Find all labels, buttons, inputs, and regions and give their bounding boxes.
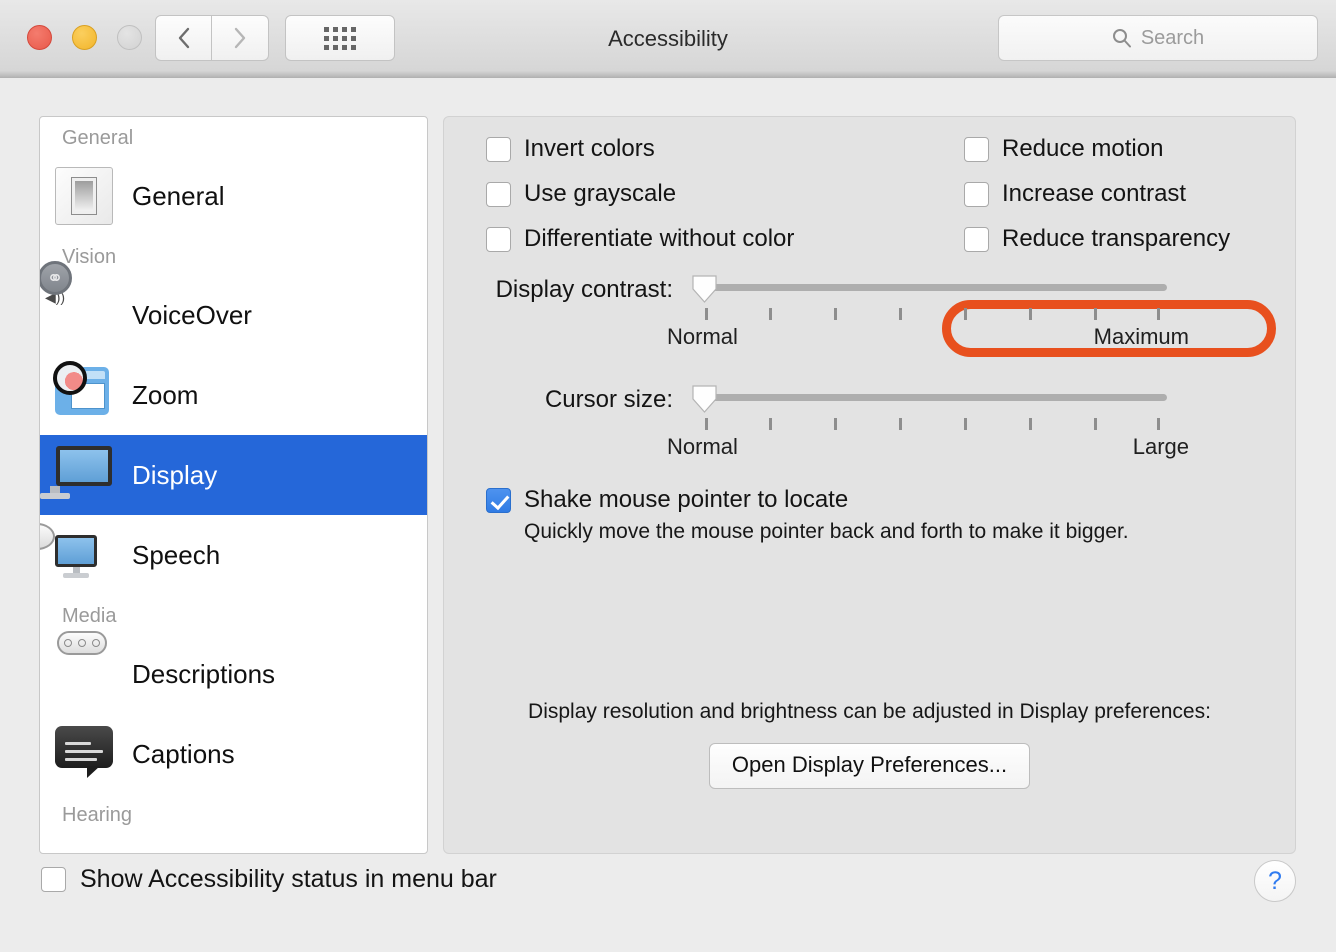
sidebar-item-zoom[interactable]: Zoom (40, 355, 427, 435)
slider-max-label: Large (1132, 434, 1189, 459)
speech-bubble-icon (40, 523, 116, 587)
shake-description: Quickly move the mouse pointer back and … (524, 520, 1129, 543)
help-button[interactable]: ? (1254, 860, 1296, 902)
system-preferences-window: Accessibility Search General General Vis… (0, 0, 1336, 952)
slider-track[interactable] (706, 284, 1167, 291)
slider-label: Cursor size: (544, 386, 673, 413)
slider-max-label: Maximum (1093, 324, 1189, 349)
slider-label: Display contrast: (495, 276, 673, 303)
slider-thumb[interactable] (689, 273, 720, 304)
footer-text: Display resolution and brightness can be… (528, 700, 1211, 723)
checkbox-show-accessibility-status[interactable]: Show Accessibility status in menu bar (41, 864, 497, 894)
sidebar-item-label: Display (132, 459, 218, 490)
checkbox-label: Shake mouse pointer to locate (524, 486, 849, 513)
checkbox-reduce-transparency[interactable]: Reduce transparency (964, 224, 1230, 254)
window-body: General General Vision ◀)) ⚭ VoiceOver Zo… (0, 78, 1336, 952)
checkbox-reduce-motion[interactable]: Reduce motion (964, 134, 1230, 164)
slider-ticks (689, 418, 1167, 430)
search-placeholder: Search (1140, 26, 1205, 49)
checkbox-box[interactable] (41, 866, 66, 892)
title-bar: Accessibility Search (0, 0, 1336, 78)
checkbox-box[interactable] (964, 137, 989, 162)
vision-options-right-column: Reduce motion Increase contrast Reduce t… (964, 134, 1230, 254)
sidebar-heading-hearing: Hearing (62, 804, 133, 826)
preferences-sidebar: General General Vision ◀)) ⚭ VoiceOver Zo… (39, 116, 428, 854)
captions-icon (52, 722, 116, 786)
checkbox-label: Show Accessibility status in menu bar (80, 865, 497, 893)
shake-pointer-group: Shake mouse pointer to locate Quickly mo… (486, 485, 1129, 544)
vision-options-left-column: Invert colors Use grayscale Differentiat… (486, 134, 794, 254)
slider-cursor-size: Cursor size: Normal Large (444, 382, 1189, 459)
checkbox-label: Differentiate without color (524, 225, 795, 252)
checkbox-box[interactable] (486, 488, 511, 513)
checkbox-shake-mouse-pointer[interactable]: Shake mouse pointer to locate (486, 485, 1129, 515)
checkbox-box[interactable] (964, 227, 989, 252)
open-display-preferences-button[interactable]: Open Display Preferences... (708, 743, 1031, 789)
display-preferences-footer: Display resolution and brightness can be… (444, 700, 1295, 789)
checkbox-invert-colors[interactable]: Invert colors (486, 134, 794, 164)
sidebar-heading-media: Media (62, 605, 117, 627)
search-icon (1112, 29, 1131, 48)
slider-display-contrast: Display contrast: Normal Maximum (444, 272, 1189, 349)
checkbox-use-grayscale[interactable]: Use grayscale (486, 179, 794, 209)
sidebar-item-label: Zoom (132, 379, 199, 410)
slider-ticks (689, 308, 1167, 320)
sidebar-item-descriptions[interactable]: Descriptions (40, 631, 427, 714)
sidebar-heading-general: General (62, 127, 134, 149)
slider-track[interactable] (706, 394, 1167, 401)
sidebar-heading-vision: Vision (62, 246, 117, 268)
light-switch-icon (52, 164, 116, 228)
slider-min-label: Normal (667, 434, 738, 459)
display-monitor-icon (40, 443, 116, 507)
checkbox-box[interactable] (486, 227, 511, 252)
checkbox-box[interactable] (486, 137, 511, 162)
descriptions-icon (52, 631, 116, 706)
display-settings-panel: Invert colors Use grayscale Differentiat… (443, 116, 1296, 854)
slider-min-label: Normal (667, 324, 738, 349)
sidebar-item-display[interactable]: Display (40, 435, 427, 515)
checkbox-label: Reduce transparency (1002, 225, 1231, 252)
sidebar-item-label: Speech (132, 539, 221, 570)
checkbox-differentiate-without-color[interactable]: Differentiate without color (486, 224, 794, 254)
sidebar-item-voiceover[interactable]: ◀)) ⚭ VoiceOver (40, 261, 427, 355)
checkbox-label: Increase contrast (1002, 180, 1187, 207)
voiceover-icon: ◀)) ⚭ (40, 261, 116, 347)
window-bottom-bar: Show Accessibility status in menu bar ? (0, 842, 1336, 952)
sidebar-item-label: Captions (132, 738, 235, 769)
checkbox-increase-contrast[interactable]: Increase contrast (964, 179, 1230, 209)
zoom-magnifier-icon (52, 361, 116, 427)
sidebar-item-label: VoiceOver (132, 299, 252, 330)
checkbox-label: Invert colors (524, 135, 655, 162)
checkbox-box[interactable] (964, 182, 989, 207)
search-field[interactable]: Search (998, 15, 1318, 61)
checkbox-label: Reduce motion (1002, 135, 1164, 162)
checkbox-label: Use grayscale (524, 180, 677, 207)
sidebar-item-label: General (132, 180, 225, 211)
sidebar-item-general[interactable]: General (40, 156, 427, 236)
sidebar-item-speech[interactable]: Speech (40, 515, 427, 595)
slider-thumb[interactable] (689, 383, 720, 414)
sidebar-item-captions[interactable]: Captions (40, 714, 427, 794)
checkbox-box[interactable] (486, 182, 511, 207)
sidebar-item-label: Descriptions (132, 658, 276, 689)
